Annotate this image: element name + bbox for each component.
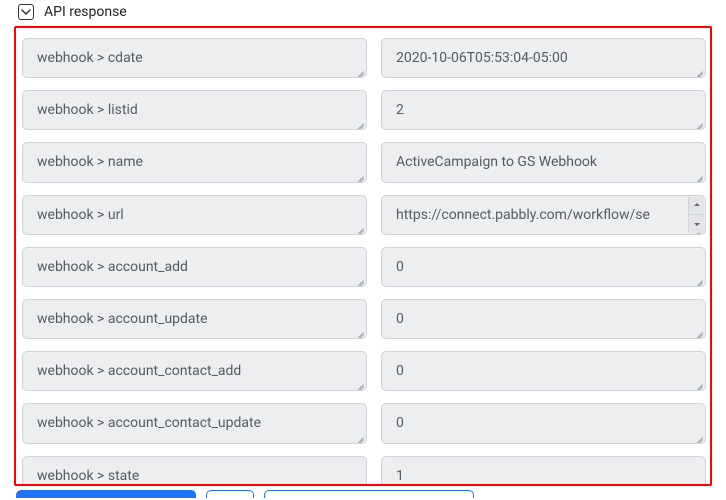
response-key-cell[interactable]: webhook > url: [22, 195, 367, 235]
response-key-cell[interactable]: webhook > state: [22, 456, 367, 487]
response-row: webhook > account_contact_add 0: [20, 345, 708, 397]
primary-button[interactable]: [16, 490, 196, 498]
response-value-cell[interactable]: 1: [381, 456, 706, 487]
resize-handle-icon: [693, 378, 703, 388]
response-key-text: webhook > url: [37, 207, 124, 223]
response-value-text: https://connect.pabbly.com/workflow/se: [396, 207, 650, 223]
response-key-cell[interactable]: webhook > account_update: [22, 299, 367, 339]
response-value-cell[interactable]: 0: [381, 403, 706, 443]
response-key-cell[interactable]: webhook > cdate: [22, 38, 367, 78]
resize-handle-icon: [354, 117, 364, 127]
response-value-text: ActiveCampaign to GS Webhook: [396, 154, 597, 170]
response-value-text: 0: [396, 259, 404, 275]
response-value-text: 2020-10-06T05:53:04-05:00: [396, 50, 568, 66]
response-value-cell[interactable]: 2: [381, 90, 706, 130]
action-bar: [16, 490, 474, 498]
response-key-cell[interactable]: webhook > listid: [22, 90, 367, 130]
resize-handle-icon: [693, 65, 703, 75]
response-value-cell[interactable]: 0: [381, 299, 706, 339]
response-value-cell[interactable]: 0: [381, 351, 706, 391]
resize-handle-icon: [693, 483, 703, 486]
response-row: webhook > cdate 2020-10-06T05:53:04-05:0…: [20, 32, 708, 84]
response-key-text: webhook > name: [37, 154, 143, 170]
resize-handle-icon: [354, 483, 364, 486]
resize-handle-icon: [354, 170, 364, 180]
response-value-cell[interactable]: 0: [381, 247, 706, 287]
response-row: webhook > state 1: [20, 450, 708, 487]
response-value-cell[interactable]: 2020-10-06T05:53:04-05:00: [381, 38, 706, 78]
response-row: webhook > name ActiveCampaign to GS Webh…: [20, 136, 708, 188]
response-key-text: webhook > account_contact_update: [37, 415, 261, 431]
response-row: webhook > account_add 0: [20, 241, 708, 293]
response-value-text: 0: [396, 415, 404, 431]
spinner-up-button[interactable]: [689, 197, 704, 215]
response-key-text: webhook > cdate: [37, 50, 143, 66]
section-header: API response: [0, 0, 726, 24]
section-title: API response: [44, 4, 127, 20]
response-row: webhook > listid 2: [20, 84, 708, 136]
resize-handle-icon: [354, 222, 364, 232]
response-row: webhook > url https://connect.pabbly.com…: [20, 189, 708, 241]
response-value-text: 0: [396, 311, 404, 327]
response-key-cell[interactable]: webhook > name: [22, 142, 367, 182]
collapse-toggle[interactable]: [18, 4, 34, 20]
response-row: webhook > account_contact_update 0: [20, 397, 708, 449]
spinner-down-button[interactable]: [689, 214, 704, 233]
response-value-cell[interactable]: ActiveCampaign to GS Webhook: [381, 142, 706, 182]
response-key-text: webhook > account_add: [37, 259, 188, 275]
number-spinner: [688, 197, 704, 233]
resize-handle-icon: [354, 274, 364, 284]
response-value-text: 0: [396, 363, 404, 379]
response-key-text: webhook > state: [37, 468, 139, 484]
caret-down-icon: [693, 220, 701, 228]
resize-handle-icon: [693, 274, 703, 284]
response-key-cell[interactable]: webhook > account_contact_update: [22, 403, 367, 443]
resize-handle-icon: [354, 326, 364, 336]
chevron-down-icon: [21, 7, 31, 17]
response-key-cell[interactable]: webhook > account_contact_add: [22, 351, 367, 391]
resize-handle-icon: [693, 431, 703, 441]
response-key-text: webhook > listid: [37, 102, 138, 118]
response-value-text: 2: [396, 102, 404, 118]
response-value-text: 1: [396, 468, 404, 484]
response-key-cell[interactable]: webhook > account_add: [22, 247, 367, 287]
resize-handle-icon: [693, 326, 703, 336]
caret-up-icon: [693, 201, 701, 209]
resize-handle-icon: [693, 117, 703, 127]
response-panel[interactable]: webhook > cdate 2020-10-06T05:53:04-05:0…: [14, 26, 712, 486]
response-row: webhook > account_update 0: [20, 293, 708, 345]
secondary-button-2[interactable]: [264, 490, 474, 498]
response-key-text: webhook > account_update: [37, 311, 208, 327]
resize-handle-icon: [693, 170, 703, 180]
resize-handle-icon: [354, 431, 364, 441]
response-rows: webhook > cdate 2020-10-06T05:53:04-05:0…: [16, 28, 710, 486]
resize-handle-icon: [354, 65, 364, 75]
secondary-button-1[interactable]: [206, 490, 254, 498]
response-value-cell[interactable]: https://connect.pabbly.com/workflow/se: [381, 195, 706, 235]
resize-handle-icon: [354, 378, 364, 388]
response-key-text: webhook > account_contact_add: [37, 363, 241, 379]
